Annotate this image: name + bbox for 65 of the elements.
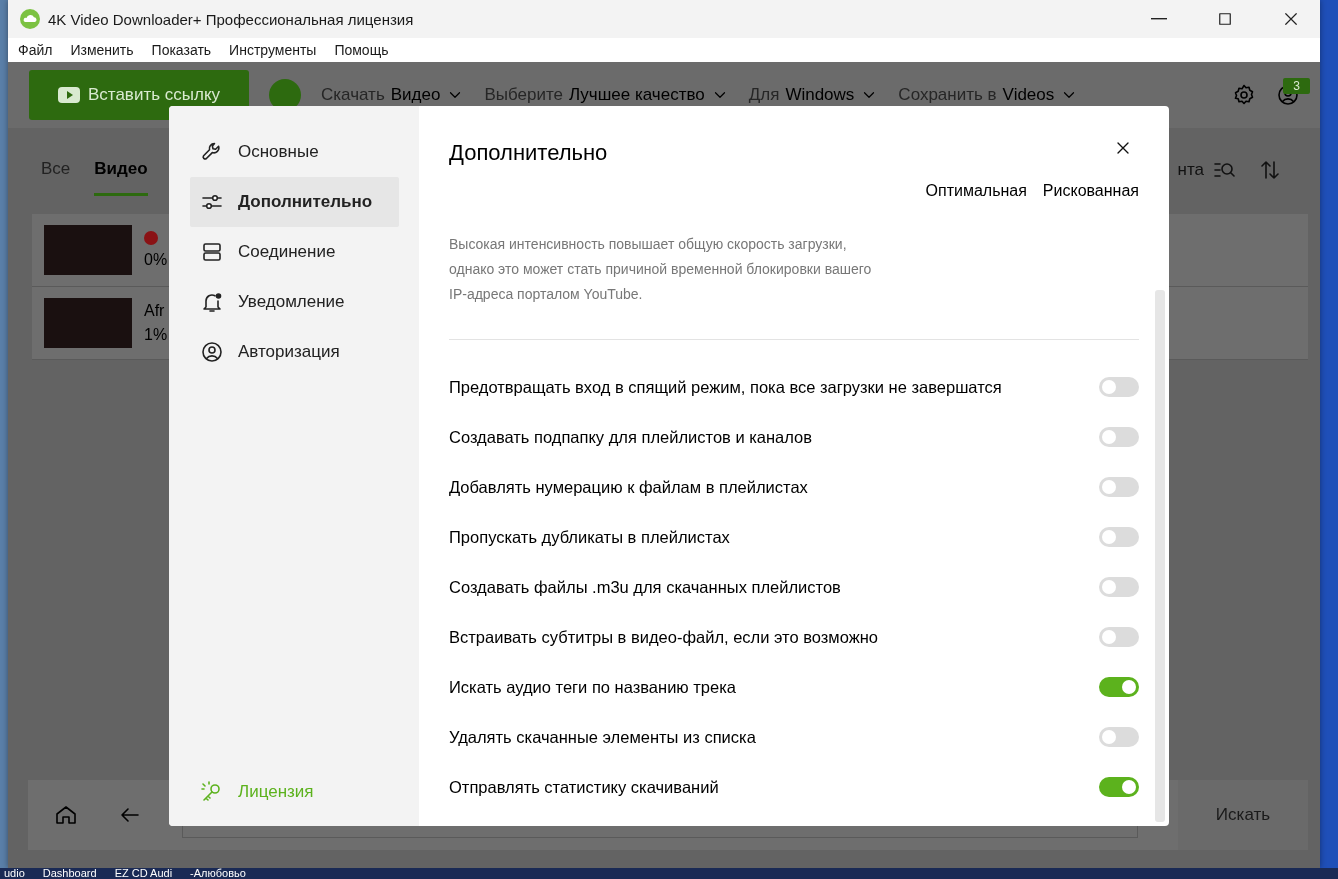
option-label: Искать аудио теги по названию трека: [449, 677, 736, 697]
cloud-logo-icon: [20, 9, 40, 29]
server-icon: [200, 240, 224, 264]
bell-icon: [200, 290, 224, 314]
settings-nav-item[interactable]: Уведомление: [190, 277, 399, 327]
progress-text: 0%: [144, 251, 168, 269]
taskbar-item[interactable]: udio: [4, 868, 25, 879]
option-label: Отправлять статистику скачиваний: [449, 777, 719, 797]
dropdown-value[interactable]: Windows: [785, 85, 855, 105]
toggle-switch[interactable]: [1099, 627, 1139, 647]
slider-label: Оптимальная: [925, 182, 1027, 200]
menu-item[interactable]: Изменить: [70, 42, 134, 58]
video-title: Afr: [144, 302, 166, 320]
dropdown-value[interactable]: Лучшее качество: [569, 85, 705, 105]
toggle-switch[interactable]: [1099, 427, 1139, 447]
toggle-switch[interactable]: [1099, 377, 1139, 397]
user-circle-icon: [200, 340, 224, 364]
dialog-title: Дополнительно: [449, 140, 608, 166]
close-icon: [1282, 10, 1300, 28]
settings-nav-item[interactable]: Авторизация: [190, 327, 399, 377]
toggle-switch[interactable]: [1099, 777, 1139, 797]
settings-nav-item[interactable]: Основные: [190, 127, 399, 177]
option-label: Встраивать субтитры в видео-файл, если это возможно: [449, 627, 879, 647]
settings-icon: [1232, 83, 1256, 107]
dropdown-label: Выберите: [484, 85, 563, 105]
option-label: Создавать файлы .m3u для скачанных плейлистов: [449, 577, 841, 597]
option-label: Добавлять нумерацию к файлам в плейлистах: [449, 477, 808, 497]
settings-nav-item[interactable]: Соединение: [190, 227, 399, 277]
dropdown-label: Сохранить в: [898, 85, 997, 105]
taskbar-item[interactable]: -Алюбовьо: [190, 868, 246, 879]
dropdown-label: Для: [748, 85, 780, 105]
menu-item[interactable]: Показать: [151, 42, 212, 58]
toggle-switch[interactable]: [1099, 477, 1139, 497]
toggle-switch[interactable]: [1099, 527, 1139, 547]
window-title: 4K Video Downloader+ Профессиональная лицензия: [48, 10, 414, 28]
progress-text: 1%: [144, 326, 168, 344]
settings-nav-item[interactable]: Дополнительно: [190, 177, 399, 227]
menu-item[interactable]: Файл: [18, 42, 53, 58]
dropdown-value[interactable]: Видео: [390, 85, 441, 105]
toggle-switch[interactable]: [1099, 727, 1139, 747]
home-icon: [54, 803, 78, 827]
status-dot: [144, 231, 158, 245]
toggle-switch[interactable]: [1099, 677, 1139, 697]
option-label: Пропускать дубликаты в плейлистах: [449, 527, 730, 547]
menu-item[interactable]: Инструменты: [229, 42, 317, 58]
toggle-switch[interactable]: [1099, 577, 1139, 597]
notification-badge: 3: [1283, 78, 1310, 94]
dropdown-label: Скачать: [321, 85, 385, 105]
dropdown-value[interactable]: Videos: [1002, 85, 1055, 105]
description-text: Высокая интенсивность повышает общую скорость загрузки, однако это может стать причиной временной блокировки вашего IP-адреса порталом YouTube.: [449, 235, 873, 304]
option-label: Предотвращать вход в спящий режим, пока все загрузки не завершатся: [449, 377, 1002, 397]
tab[interactable]: Видео: [94, 159, 148, 196]
taskbar-item[interactable]: EZ CD Audi: [114, 868, 173, 879]
taskbar-item[interactable]: Dashboard: [42, 868, 97, 879]
video-play-icon: [57, 87, 80, 103]
partial-label: нта: [1177, 160, 1204, 180]
scrollbar[interactable]: [1155, 290, 1165, 822]
sort-icon: [1258, 158, 1282, 182]
maximize-icon: [1216, 10, 1234, 28]
option-label: Удалять скачанные элементы из списка: [449, 727, 756, 747]
slider-label: Рискованная: [1042, 182, 1139, 200]
menu-item[interactable]: Помощь: [334, 42, 389, 58]
minimize-icon[interactable]: [1151, 18, 1167, 20]
paste-link-button[interactable]: Вставить ссылку: [29, 70, 249, 120]
option-label: Создавать подпапку для плейлистов и каналов: [449, 427, 813, 447]
